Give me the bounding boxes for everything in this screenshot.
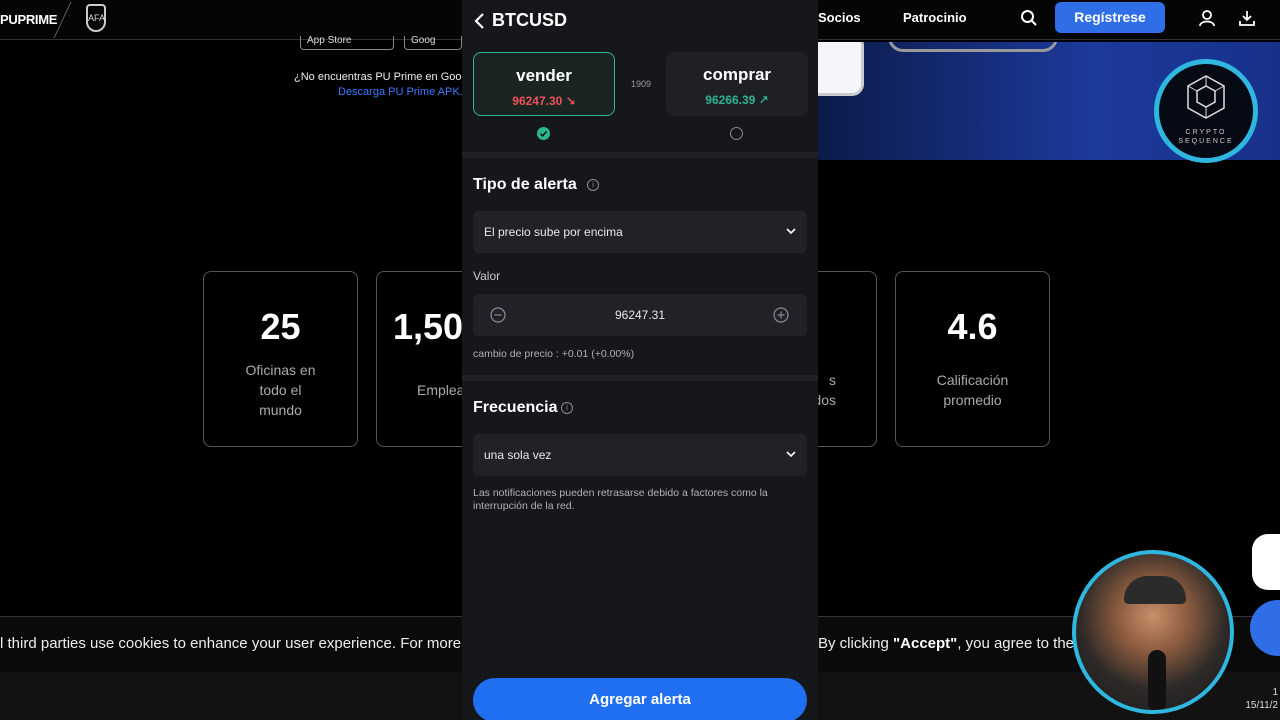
chevron-down-icon <box>786 228 796 235</box>
stat-value: 25 <box>260 306 301 347</box>
nav-link-patrocinio[interactable]: Patrocinio <box>903 10 967 25</box>
cookie-text-right: By clicking "Accept", you agree to the <box>818 635 1075 652</box>
value-stepper: 96247.31 <box>473 294 807 336</box>
app-store-button[interactable]: App Store <box>300 36 394 50</box>
app-header: BTCUSD <box>462 0 818 42</box>
presenter-cap <box>1124 576 1186 604</box>
trend-up-icon: ↗ <box>758 93 769 107</box>
sell-option[interactable]: vender 96247.30 ↘ <box>473 52 615 116</box>
alert-type-value: El precio sube por encima <box>484 225 623 239</box>
sell-price: 96247.30 ↘ <box>512 94 576 108</box>
section-divider <box>462 152 818 158</box>
afa-crest-icon: AFA <box>86 4 106 32</box>
user-icon[interactable] <box>1198 9 1216 27</box>
frequency-value: una sola vez <box>484 448 552 462</box>
back-arrow-icon[interactable] <box>472 12 488 30</box>
sell-label: vender <box>516 66 572 85</box>
buy-price: 96266.39 ↗ <box>705 93 769 107</box>
logo-text: CRYPTO SEQUENCE <box>1178 129 1234 145</box>
notification-notice: Las notificaciones pueden retrasarse deb… <box>473 487 768 512</box>
stat-label: Calificación promedio <box>936 372 1009 408</box>
info-icon[interactable]: i <box>561 402 573 414</box>
stat-card-offices: 25 Oficinas en todo el mundo <box>203 271 358 447</box>
value-label: Valor <box>473 269 501 283</box>
info-icon[interactable]: i <box>587 179 599 191</box>
nav-link-socios[interactable]: Socios <box>818 10 861 25</box>
phone-illustration-2 <box>888 42 1058 52</box>
check-icon <box>539 130 548 137</box>
presenter-webcam <box>1072 550 1234 714</box>
add-alert-button[interactable]: Agregar alerta <box>473 678 807 720</box>
crypto-sequence-logo: CRYPTO SEQUENCE <box>1154 59 1258 163</box>
trend-down-icon: ↘ <box>565 94 576 108</box>
download-question: ¿No encuentras PU Prime en Goo <box>294 71 462 83</box>
alert-type-select[interactable]: El precio sube por encima <box>473 211 807 253</box>
spread-value: 1909 <box>630 79 652 89</box>
price-alert-panel: BTCUSD vender 96247.30 ↘ 1909 comprar 96… <box>462 0 818 720</box>
frequency-select[interactable]: una sola vez <box>473 434 807 476</box>
brand-logo[interactable]: PUPRIME <box>0 12 57 27</box>
cookie-text-left: l third parties use cookies to enhance y… <box>0 635 469 652</box>
taskbar-clock[interactable]: 1 15/11/2 <box>1245 686 1278 712</box>
side-widget-button[interactable] <box>1252 534 1280 590</box>
chevron-down-icon <box>786 451 796 458</box>
sell-radio-checked[interactable] <box>537 127 550 140</box>
stat-value: 4.6 <box>947 306 998 347</box>
search-icon[interactable] <box>1020 9 1038 27</box>
buy-label: comprar <box>702 65 772 84</box>
plus-icon[interactable] <box>773 307 789 323</box>
stat-label: Oficinas en todo el mundo <box>245 362 316 418</box>
microphone <box>1148 650 1166 710</box>
download-icon[interactable] <box>1238 9 1256 27</box>
stat-card-rating: 4.6 Calificación promedio <box>895 271 1050 447</box>
cookie-accept-text: "Accept" <box>893 635 958 652</box>
value-input[interactable]: 96247.31 <box>473 308 807 322</box>
price-change-text: cambio de precio : +0.01 (+0.00%) <box>473 348 635 360</box>
register-button[interactable]: Regístrese <box>1055 2 1165 33</box>
section-divider <box>462 375 818 381</box>
google-play-button[interactable]: Goog <box>404 36 462 50</box>
symbol-title: BTCUSD <box>492 10 567 30</box>
download-apk-link[interactable]: Descarga PU Prime APK. <box>338 86 463 98</box>
frequency-title: Frecuencia <box>473 399 558 416</box>
buy-option[interactable]: comprar 96266.39 ↗ <box>666 52 808 116</box>
network-cube-icon <box>1187 75 1225 119</box>
alert-type-title: Tipo de alerta <box>473 176 577 193</box>
phone-illustration <box>818 42 864 96</box>
buy-radio[interactable] <box>730 127 743 140</box>
